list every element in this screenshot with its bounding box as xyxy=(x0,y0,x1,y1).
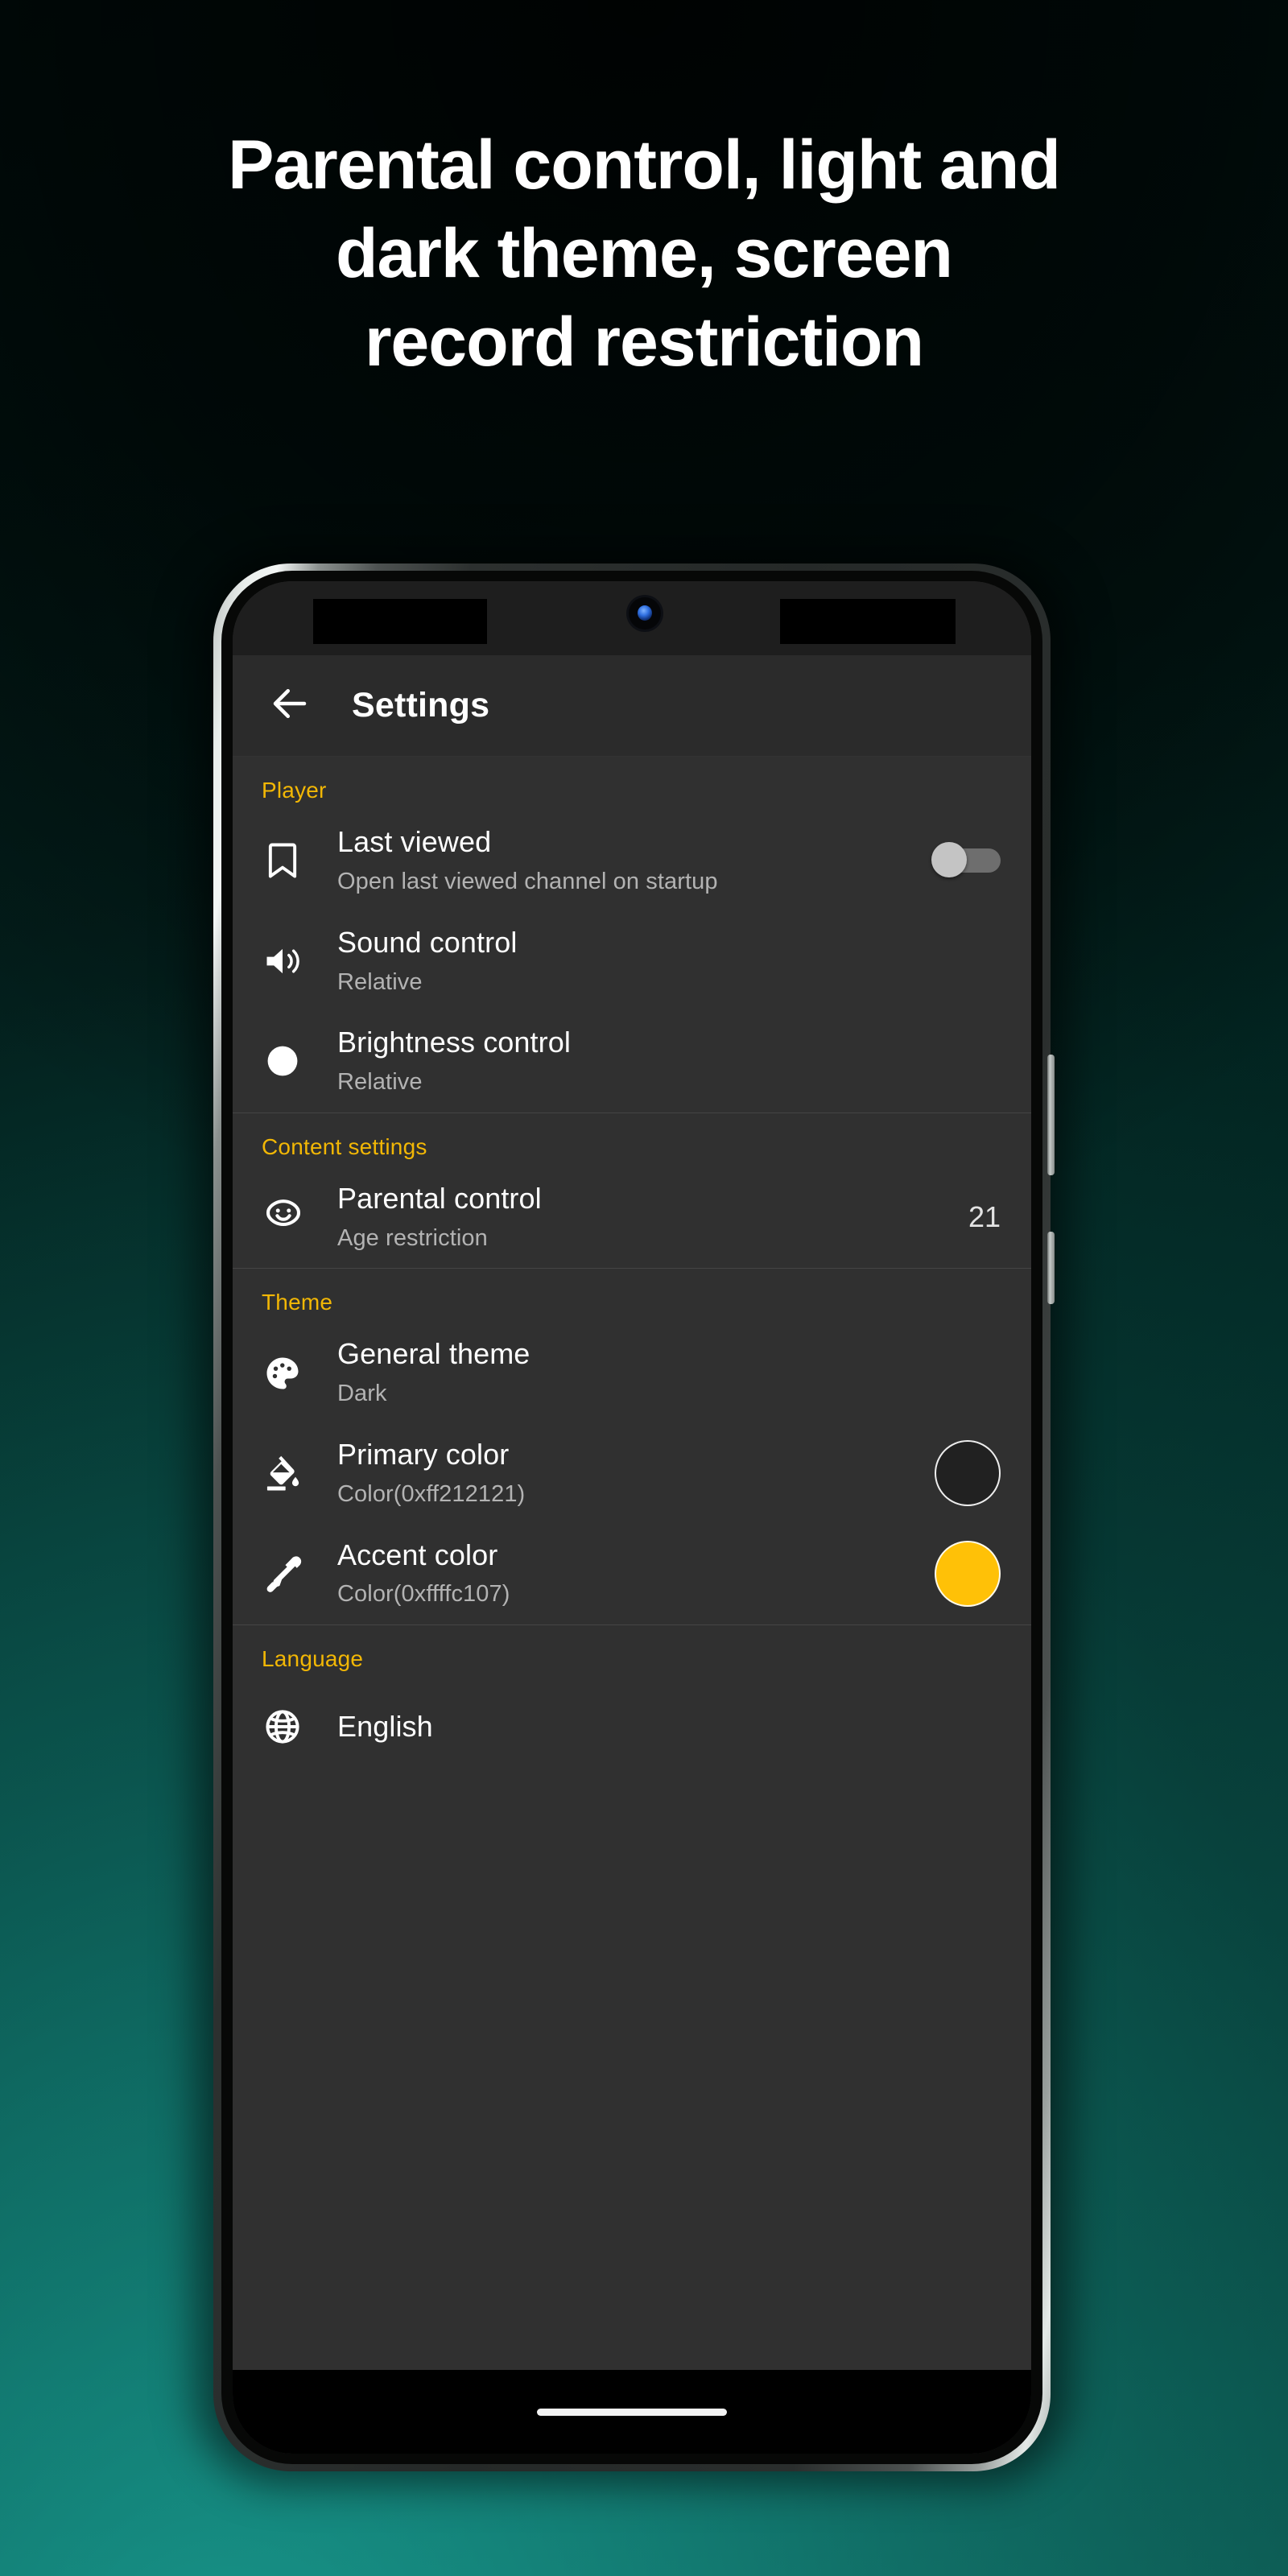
toggle-thumb xyxy=(931,842,967,878)
setting-row-parental-control[interactable]: Parental control Age restriction 21 xyxy=(233,1168,1031,1269)
setting-text: General theme Dark xyxy=(323,1336,986,1410)
setting-subtitle: Age restriction xyxy=(337,1224,488,1251)
setting-subtitle: Color(0xffffc107) xyxy=(337,1581,510,1608)
navigation-bar xyxy=(233,2370,1031,2454)
setting-title: Accent color xyxy=(337,1538,498,1571)
volume-button[interactable] xyxy=(1047,1055,1055,1175)
parental-control-value: 21 xyxy=(968,1200,1001,1234)
setting-text: Primary color Color(0xff212121) xyxy=(323,1437,920,1510)
setting-title: Primary color xyxy=(337,1437,510,1471)
status-bar xyxy=(233,581,1031,655)
setting-trailing xyxy=(935,1440,1001,1507)
setting-row-last-viewed[interactable]: Last viewed Open last viewed channel on … xyxy=(233,811,1031,912)
setting-subtitle: Relative xyxy=(337,1069,423,1096)
setting-text: Last viewed Open last viewed channel on … xyxy=(323,824,917,898)
section-player: Player Last viewed Open last viewed chan… xyxy=(233,757,1031,1113)
setting-title: Last viewed xyxy=(337,825,492,858)
power-button[interactable] xyxy=(1047,1232,1055,1304)
volume-up-icon xyxy=(262,940,323,982)
arrow-left-icon xyxy=(268,682,312,729)
setting-row-brightness-control[interactable]: Brightness control Relative xyxy=(233,1012,1031,1113)
status-bar-redaction-right xyxy=(780,599,956,644)
eyedropper-icon xyxy=(262,1553,323,1595)
setting-title: Parental control xyxy=(337,1181,542,1215)
section-header-content-settings: Content settings xyxy=(262,1133,427,1159)
headline-line-1: Parental control, light and xyxy=(228,126,1061,204)
section-header-language: Language xyxy=(262,1646,364,1672)
status-bar-redaction-left xyxy=(313,599,487,644)
setting-subtitle: Dark xyxy=(337,1381,387,1407)
setting-trailing: 21 xyxy=(968,1200,1001,1234)
setting-title: Sound control xyxy=(337,925,518,959)
section-header-player: Player xyxy=(262,778,327,803)
setting-trailing xyxy=(935,1540,1001,1607)
setting-text: Sound control Relative xyxy=(323,925,986,998)
home-indicator[interactable] xyxy=(537,2408,727,2416)
headline-line-3: record restriction xyxy=(364,303,924,382)
section-language: Language English xyxy=(233,1625,1031,1775)
last-viewed-toggle[interactable] xyxy=(931,842,1001,878)
section-theme: Theme General theme Dark Primary color C… xyxy=(233,1269,1031,1624)
setting-trailing xyxy=(931,842,1001,878)
palette-icon xyxy=(262,1352,323,1394)
setting-row-accent-color[interactable]: Accent color Color(0xffffc107) xyxy=(233,1525,1031,1625)
globe-icon xyxy=(262,1706,323,1748)
paint-bucket-icon xyxy=(262,1452,323,1494)
camera-lens xyxy=(638,605,652,621)
setting-title: Brightness control xyxy=(337,1026,571,1059)
accent-color-swatch[interactable] xyxy=(935,1540,1001,1607)
headline-line-2: dark theme, screen xyxy=(336,215,953,293)
setting-row-primary-color[interactable]: Primary color Color(0xff212121) xyxy=(233,1424,1031,1525)
phone-screen: Settings Player Last viewed Open last vi… xyxy=(233,581,1031,2454)
setting-title: English xyxy=(337,1710,433,1744)
front-camera-icon xyxy=(629,597,661,630)
setting-subtitle: Relative xyxy=(337,968,423,995)
app-bar-title: Settings xyxy=(352,686,490,724)
app-bar: Settings xyxy=(233,655,1031,757)
setting-text: Brightness control Relative xyxy=(323,1025,986,1098)
primary-color-swatch[interactable] xyxy=(935,1440,1001,1507)
setting-subtitle: Color(0xff212121) xyxy=(337,1480,526,1507)
brightness-circle-icon xyxy=(262,1040,323,1082)
setting-row-language[interactable]: English xyxy=(233,1680,1031,1775)
app-screen: Settings Player Last viewed Open last vi… xyxy=(233,581,1031,2454)
back-button[interactable] xyxy=(260,676,320,736)
setting-text: Parental control Age restriction xyxy=(323,1181,954,1254)
section-content-settings: Content settings Parental control Age re… xyxy=(233,1113,1031,1269)
setting-title: General theme xyxy=(337,1337,530,1371)
phone-mockup: Settings Player Last viewed Open last vi… xyxy=(196,552,1068,2484)
setting-row-general-theme[interactable]: General theme Dark xyxy=(233,1323,1031,1424)
setting-subtitle: Open last viewed channel on startup xyxy=(337,868,718,894)
setting-text: Accent color Color(0xffffc107) xyxy=(323,1538,920,1611)
bookmark-icon xyxy=(262,840,323,881)
settings-list[interactable]: Player Last viewed Open last viewed chan… xyxy=(233,757,1031,2370)
child-face-icon xyxy=(262,1195,323,1239)
page-title: Parental control, light and dark theme, … xyxy=(0,121,1288,386)
setting-row-sound-control[interactable]: Sound control Relative xyxy=(233,912,1031,1013)
section-header-theme: Theme xyxy=(262,1290,333,1315)
setting-text: English xyxy=(323,1709,986,1744)
